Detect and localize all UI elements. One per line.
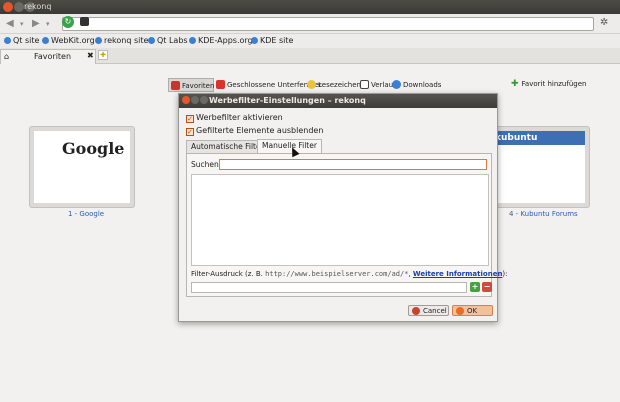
enable-adblock-checkbox[interactable]: ✓ Werbefilter aktivieren xyxy=(186,113,283,123)
thumbnail-label[interactable]: 4 - Kubuntu Forums xyxy=(509,210,578,218)
dialog-close-button[interactable] xyxy=(182,96,190,104)
search-label: Suchen: xyxy=(191,160,222,169)
bookmark-rekonq-site[interactable]: rekonq site xyxy=(95,36,148,45)
filter-expression-label: Filter-Ausdruck (z. B. http://www.beispi… xyxy=(191,270,508,278)
back-menu-chevron-icon[interactable]: ▾ xyxy=(20,17,24,31)
bookmark-kde-apps[interactable]: KDE-Apps.org xyxy=(189,36,253,45)
tools-wrench-icon[interactable]: ✲ xyxy=(600,17,608,28)
heart-icon xyxy=(171,81,180,90)
cancel-icon xyxy=(412,307,420,315)
checkmark-icon: ✓ xyxy=(186,128,194,136)
globe-icon xyxy=(4,37,11,44)
dialog-minimize-button[interactable] xyxy=(191,96,199,104)
ok-icon xyxy=(456,307,464,315)
checkmark-icon: ✓ xyxy=(186,115,194,123)
plus-icon: ✚ xyxy=(511,79,519,89)
speedbar-history[interactable]: Verlauf xyxy=(360,78,396,92)
forward-arrow-icon[interactable]: ▶ xyxy=(32,17,40,31)
globe-icon xyxy=(148,37,155,44)
thumbnail-label[interactable]: 1 - Google xyxy=(68,210,104,218)
back-arrow-icon[interactable]: ◀ xyxy=(6,17,14,31)
bookmarks-toolbar: Qt site WebKit.org rekonq site Qt Labs K… xyxy=(0,34,620,48)
home-icon: ⌂ xyxy=(4,52,10,61)
closed-tab-icon xyxy=(216,80,225,89)
remove-filter-button[interactable]: − xyxy=(482,282,492,292)
bookmark-qt-labs[interactable]: Qt Labs xyxy=(148,36,188,45)
speedbar-bookmarks[interactable]: Lesezeichen xyxy=(307,78,361,92)
bookmark-kde-site[interactable]: KDE site xyxy=(251,36,293,45)
thumbnail-google[interactable]: Google xyxy=(29,126,135,208)
window-titlebar: rekonq xyxy=(0,0,620,14)
add-filter-button[interactable]: + xyxy=(470,282,480,292)
navigation-toolbar: ◀ ▾ ▶ ▾ xyxy=(0,14,620,34)
filter-list[interactable] xyxy=(191,174,489,266)
tab-strip: ⌂ Favoriten ✖ xyxy=(0,48,620,64)
dialog-titlebar: Werbefilter-Einstellungen – rekonq xyxy=(179,94,497,108)
window-minimize-button[interactable] xyxy=(14,2,24,12)
forward-menu-chevron-icon[interactable]: ▾ xyxy=(46,17,50,31)
download-globe-icon xyxy=(392,80,401,89)
cancel-button[interactable]: Cancel xyxy=(408,305,449,316)
star-icon xyxy=(307,80,316,89)
hide-filtered-checkbox[interactable]: ✓ Gefilterte Elemente ausblenden xyxy=(186,126,323,136)
kubuntu-logo: kubuntu xyxy=(489,131,585,145)
adblock-settings-dialog: Werbefilter-Einstellungen – rekonq ✓ Werb… xyxy=(178,93,508,322)
thumbnail-kubuntu[interactable]: kubuntu xyxy=(484,126,590,208)
new-tab-button[interactable]: ✚ xyxy=(98,50,108,60)
globe-icon xyxy=(251,37,258,44)
tab-favoriten[interactable]: ⌂ Favoriten ✖ xyxy=(0,49,96,64)
url-input[interactable] xyxy=(62,17,594,31)
globe-icon xyxy=(42,37,49,44)
speedbar-closed-tabs[interactable]: Geschlossene Unterfenster xyxy=(216,78,322,92)
speedbar-favorites[interactable]: Favoriten xyxy=(168,78,214,92)
bookmark-qt-site[interactable]: Qt site xyxy=(4,36,39,45)
manual-filters-panel: Suchen: Filter-Ausdruck (z. B. http://ww… xyxy=(186,153,508,297)
globe-icon xyxy=(189,37,196,44)
dialog-maximize-button[interactable] xyxy=(200,96,208,104)
reload-icon[interactable]: ↻ xyxy=(62,16,74,28)
more-info-link[interactable]: Weitere Informationen xyxy=(413,270,503,278)
history-icon xyxy=(360,80,369,89)
search-input[interactable] xyxy=(219,159,487,170)
speedbar-downloads[interactable]: Downloads xyxy=(392,78,441,92)
add-favorite-button[interactable]: ✚ Favorit hinzufügen xyxy=(511,79,586,89)
tab-close-icon[interactable]: ✖ xyxy=(87,51,94,60)
dialog-title: Werbefilter-Einstellungen – rekonq xyxy=(209,96,366,105)
ok-button[interactable]: OK xyxy=(452,305,493,316)
page-icon xyxy=(80,17,89,26)
window-close-button[interactable] xyxy=(3,2,13,12)
window-title: rekonq xyxy=(24,2,52,11)
globe-icon xyxy=(95,37,102,44)
filter-expression-input[interactable] xyxy=(191,282,467,293)
bookmark-webkit[interactable]: WebKit.org xyxy=(42,36,95,45)
google-logo: Google xyxy=(62,139,125,158)
